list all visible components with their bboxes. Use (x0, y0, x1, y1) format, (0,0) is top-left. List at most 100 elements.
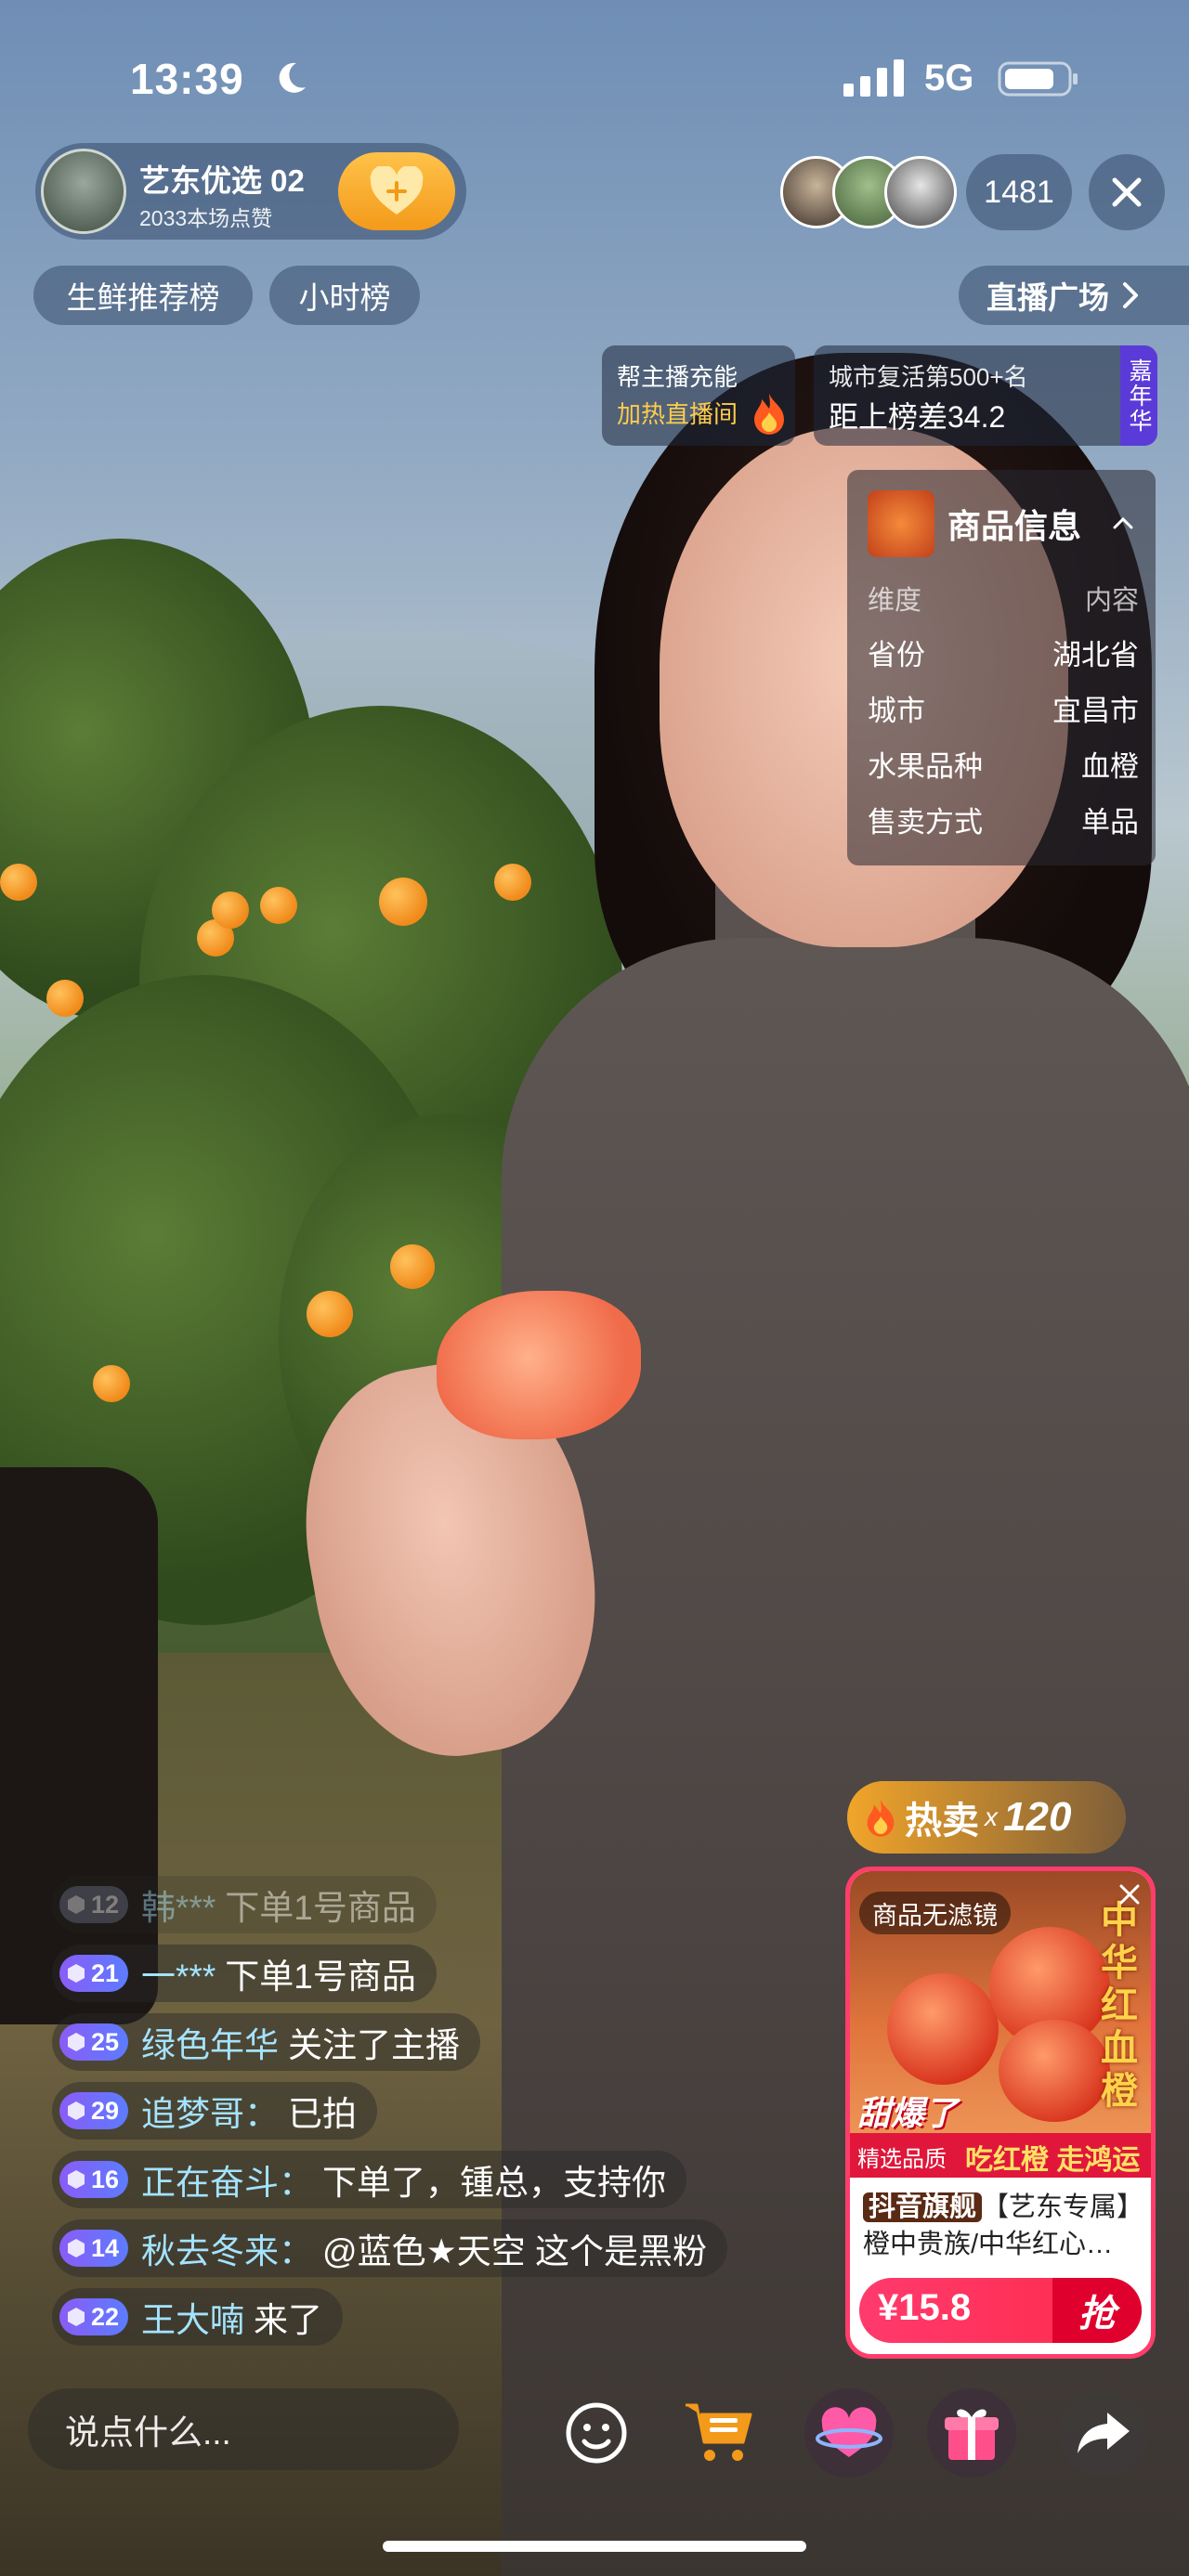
viewer-count: 1481 (984, 174, 1054, 210)
comment-input[interactable]: 说点什么... (28, 2388, 459, 2470)
fire-icon (754, 394, 784, 435)
comment-text: @蓝色★天空 这个是黑粉 (322, 2232, 708, 2270)
share-button[interactable] (1059, 2388, 1148, 2478)
product-image[interactable]: 商品无滤镜 中华红血橙 甜爆了 精选品质 吃红橙 走鸿运 (850, 1871, 1151, 2178)
info-value: 单品 (1081, 805, 1139, 839)
level-hex-icon (68, 2308, 85, 2326)
rank-tag-label: 小时榜 (298, 280, 391, 315)
shopping-cart-button[interactable] (674, 2388, 764, 2478)
product-info-title: 商品信息 (947, 507, 1082, 545)
viewer-avatar[interactable] (884, 156, 957, 228)
emoji-smile-icon (566, 2402, 627, 2464)
comment-item[interactable]: 22 王大喃 来了 (52, 2288, 344, 2346)
heart-plus-icon (370, 166, 424, 215)
gift-button[interactable] (927, 2388, 1016, 2478)
info-value: 内容 (1084, 586, 1139, 616)
close-live-button[interactable] (1089, 154, 1165, 230)
chevron-up-icon[interactable] (1113, 516, 1133, 529)
product-info-row: 城市 宜昌市 (868, 680, 1139, 735)
comment-item[interactable]: 12 韩*** 下单1号商品 (52, 1876, 437, 1933)
product-card[interactable]: 商品无滤镜 中华红血橙 甜爆了 精选品质 吃红橙 走鸿运 抖音旗舰 【艺东专属】橙… (845, 1867, 1156, 2359)
comment-item[interactable]: 25 绿色年华 关注了主播 (52, 2013, 481, 2071)
flagship-tag: 抖音旗舰 (863, 2192, 983, 2222)
info-value: 湖北省 (1052, 638, 1139, 671)
rank-line2: 距上榜差34.2 (829, 400, 1006, 434)
shopping-cart-icon (686, 2403, 752, 2461)
buy-bar[interactable]: ¥15.8 抢 (859, 2278, 1142, 2343)
user-level-badge: 16 (59, 2161, 129, 2198)
share-arrow-icon (1078, 2413, 1130, 2453)
grab-label: 抢 (1078, 2294, 1116, 2335)
comment-username: 王大喃 (141, 2301, 245, 2339)
comment-username: 韩*** (141, 1889, 216, 1927)
user-level-badge: 21 (59, 1955, 129, 1992)
host-likes-count: 2033本场点赞 (139, 206, 273, 230)
level-number: 25 (91, 2027, 120, 2056)
info-key: 维度 (868, 586, 922, 616)
comment-input-placeholder: 说点什么... (65, 2413, 231, 2452)
info-key: 城市 (868, 694, 925, 727)
product-slogan: 甜爆了 (857, 2094, 959, 2132)
comment-text: 来了 (254, 2301, 323, 2339)
rank-line1: 城市复活第500+名 (829, 363, 1028, 391)
info-value: 血橙 (1081, 749, 1139, 783)
boost-line2: 加热直播间 (617, 400, 738, 428)
close-card-icon[interactable] (1117, 1882, 1142, 1906)
product-info-row: 售卖方式 单品 (868, 791, 1139, 847)
fire-icon (867, 1800, 895, 1837)
do-not-disturb-moon-icon (279, 62, 306, 93)
rank-tag-label: 生鲜推荐榜 (66, 280, 220, 315)
comment-text: 已拍 (288, 2095, 358, 2133)
info-key: 省份 (868, 638, 925, 671)
heart-planet-icon (816, 2407, 882, 2457)
level-number: 16 (91, 2165, 120, 2193)
level-hex-icon (68, 2033, 85, 2051)
hot-sale-count: 120 (1003, 1794, 1072, 1840)
product-title[interactable]: 抖音旗舰 【艺东专属】橙中贵族/中华红心… (863, 2189, 1142, 2263)
level-number: 12 (91, 1890, 120, 1919)
home-indicator[interactable] (383, 2541, 806, 2552)
city-rank-card[interactable]: 城市复活第500+名 距上榜差34.2 嘉年华 (814, 345, 1157, 446)
product-vertical-title: 中华红血橙 (1101, 1900, 1138, 2112)
comment-item[interactable]: 29 追梦哥： 已拍 (52, 2082, 378, 2140)
carnival-badge-label: 嘉年华 (1126, 358, 1152, 434)
promo-small: 精选品质 (857, 2147, 947, 2172)
level-number: 29 (91, 2096, 120, 2125)
comment-username: 绿色年华 (141, 2026, 280, 2064)
viewer-count-button[interactable]: 1481 (966, 154, 1072, 230)
hot-sale-multiplier: x (985, 1802, 998, 1831)
product-fruit-graphic (887, 1973, 999, 2085)
comment-text: 下单1号商品 (225, 1958, 416, 1996)
host-info-pill[interactable]: 艺东优选 02 2033本场点赞 (35, 143, 466, 240)
boost-live-button[interactable]: 帮主播充能 加热直播间 (602, 345, 795, 446)
product-info-panel[interactable]: 商品信息 维度 内容 省份 湖北省 城市 宜昌市 水果品种 血橙 售卖方式 单品 (847, 470, 1156, 865)
rank-tag-hourly[interactable]: 小时榜 (269, 266, 420, 325)
close-icon (1112, 177, 1142, 207)
comment-item[interactable]: 21 一*** 下单1号商品 (52, 1945, 437, 2002)
info-key: 水果品种 (868, 749, 983, 783)
comment-text: 关注了主播 (288, 2026, 461, 2064)
product-info-row: 省份 湖北省 (868, 624, 1139, 680)
join-fan-club-button[interactable] (338, 152, 455, 230)
product-promo-strip: 精选品质 吃红橙 走鸿运 (850, 2133, 1151, 2178)
network-type: 5G (924, 58, 974, 98)
user-level-badge: 25 (59, 2023, 129, 2061)
promo-big: 吃红橙 走鸿运 (965, 2145, 1141, 2176)
info-value: 宜昌市 (1052, 694, 1139, 727)
like-heart-button[interactable] (804, 2388, 894, 2478)
comment-username: 秋去冬来： (141, 2232, 314, 2270)
emoji-button[interactable] (552, 2388, 641, 2478)
live-plaza-label: 直播广场 (986, 280, 1109, 315)
comment-username: 正在奋斗： (141, 2164, 314, 2202)
user-level-badge: 14 (59, 2230, 129, 2267)
comment-item[interactable]: 14 秋去冬来： @蓝色★天空 这个是黑粉 (52, 2219, 728, 2277)
rank-tag-fresh[interactable]: 生鲜推荐榜 (33, 266, 253, 325)
host-avatar[interactable] (41, 149, 126, 234)
live-plaza-button[interactable]: 直播广场 (959, 266, 1189, 325)
user-level-badge: 12 (59, 1886, 129, 1923)
comment-item[interactable]: 16 正在奋斗： 下单了，锺总，支持你 (52, 2151, 687, 2208)
grab-buy-button[interactable]: 抢 (1052, 2278, 1142, 2343)
level-hex-icon (68, 1895, 85, 1914)
comment-username: 一*** (141, 1958, 216, 1996)
top-viewers-avatars[interactable] (780, 156, 957, 230)
